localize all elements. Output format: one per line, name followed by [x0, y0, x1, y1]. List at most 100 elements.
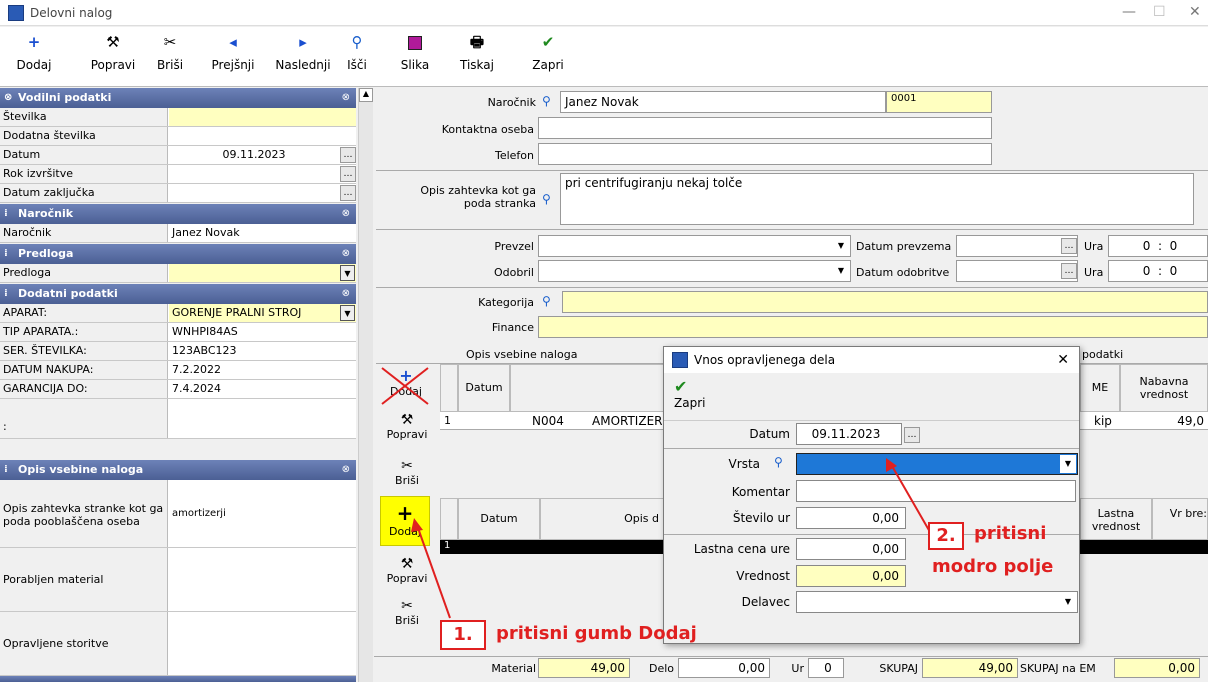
side-brisi-button-2[interactable]: ✂ Briši	[380, 598, 434, 634]
tab-podatki[interactable]: podatki	[1082, 348, 1123, 361]
slika-button[interactable]: Slika	[394, 30, 436, 84]
search-icon[interactable]: ⚲	[542, 94, 551, 108]
garancija-field[interactable]: 7.4.2024	[169, 380, 356, 398]
narocnik-code-field[interactable]: 0001	[886, 91, 992, 113]
ur-total[interactable]: 0	[808, 658, 844, 678]
nakup-field[interactable]: 7.2.2022	[169, 361, 356, 379]
dialog-delavec-dropdown[interactable]: ▼	[796, 591, 1078, 613]
callout-2-number: 2.	[928, 522, 964, 550]
scroll-up-icon[interactable]: ▲	[359, 88, 373, 102]
brisi-button[interactable]: ✂ Briši	[152, 30, 188, 84]
maximize-button[interactable]: ☐	[1153, 4, 1166, 20]
ser-row[interactable]: SER. ŠTEVILKA: 123ABC123	[0, 342, 356, 361]
kontakt-field[interactable]	[538, 117, 992, 139]
opis-field[interactable]: amortizerji	[169, 480, 356, 519]
dodaj-button[interactable]: + Dodaj	[14, 30, 54, 84]
side-popravi-button-2[interactable]: ⚒ Popravi	[380, 556, 434, 594]
chevron-down-icon[interactable]: ▼	[833, 262, 849, 280]
zakljucek-picker-button[interactable]: …	[340, 185, 356, 201]
section-dodatni-podatki[interactable]: ⁞ Dodatni podatki ⊗	[0, 284, 356, 304]
kategorija-field[interactable]	[562, 291, 1208, 313]
dialog-lastna-cena-field[interactable]: 0,00	[796, 538, 906, 560]
ura-prevzema-field[interactable]: 0 : 0	[1108, 235, 1208, 257]
close-button[interactable]: ✕	[1189, 4, 1201, 20]
ura-odobritve-field[interactable]: 0 : 0	[1108, 260, 1208, 282]
stevilka-field[interactable]	[169, 108, 356, 126]
chevron-down-icon[interactable]: ▼	[340, 265, 355, 281]
hammer-icon: ⚒	[400, 412, 414, 428]
minimize-button[interactable]: —	[1122, 4, 1136, 20]
dialog-datum-field[interactable]: 09.11.2023	[796, 423, 902, 445]
delo-total[interactable]: 0,00	[678, 658, 770, 678]
predloga-dropdown[interactable]	[169, 264, 356, 282]
side-dodaj-button-1[interactable]: + Dodaj	[378, 366, 434, 406]
side-brisi-button-1[interactable]: ✂ Briši	[380, 458, 434, 494]
isci-button[interactable]: ⚲ Išči	[340, 30, 374, 84]
section-predloga[interactable]: ⁞ Predloga ⊗	[0, 244, 356, 264]
tab-opis-vsebine[interactable]: Opis vsebine naloga	[466, 348, 577, 361]
section-narocnik[interactable]: ⁞ Naročnik ⊗	[0, 204, 356, 224]
dialog-datum-picker[interactable]: …	[904, 427, 920, 443]
datum-field[interactable]: 09.11.2023	[169, 146, 356, 164]
garancija-row[interactable]: GARANCIJA DO: 7.4.2024	[0, 380, 356, 399]
search-icon[interactable]: ⚲	[542, 294, 551, 308]
chevron-down-icon[interactable]: ▼	[833, 237, 849, 255]
odobril-dropdown[interactable]: ▼	[538, 260, 851, 282]
side-dodaj-button-2[interactable]: + Dodaj	[380, 496, 430, 546]
section-vodilni-podatki[interactable]: ⊗ Vodilni podatki ⊗	[0, 88, 356, 108]
empty-row[interactable]: :	[0, 399, 356, 439]
rok-picker-button[interactable]: …	[340, 166, 356, 182]
left-scrollbar[interactable]: ▲	[358, 88, 373, 682]
naslednji-button[interactable]: ▸ Naslednji	[270, 30, 336, 84]
dialog-komentar-field[interactable]	[796, 480, 1076, 502]
skupaj-total[interactable]: 49,00	[922, 658, 1018, 678]
dialog-zapri-button[interactable]: ✔ Zapri	[674, 377, 714, 417]
arrow-left-icon: ◂	[229, 33, 237, 51]
prevzel-dropdown[interactable]: ▼	[538, 235, 851, 257]
porabljen-row[interactable]: Porabljen material	[0, 548, 356, 612]
narocnik-field[interactable]: Janez Novak	[169, 224, 356, 242]
section-opis-vsebine[interactable]: ⁞ Opis vsebine naloga ⊗	[0, 460, 356, 480]
side-popravi-button-1[interactable]: ⚒ Popravi	[380, 412, 434, 450]
narocnik-field[interactable]: Janez Novak	[560, 91, 886, 113]
datum-row[interactable]: Datum 09.11.2023…	[0, 146, 356, 165]
datum-prevzema-field[interactable]: …	[956, 235, 1078, 257]
chevron-down-icon[interactable]: ▼	[1060, 455, 1076, 473]
tip-field[interactable]: WNHPI84AS	[169, 323, 356, 341]
stevilka-row[interactable]: Številka	[0, 108, 356, 127]
dodatna-field[interactable]	[169, 127, 356, 145]
opis-row[interactable]: Opis zahtevka stranke kot ga poda poobla…	[0, 480, 356, 548]
chevron-down-icon[interactable]: ▼	[340, 305, 355, 321]
aparat-dropdown[interactable]: GORENJE PRALNI STROJ	[169, 304, 356, 322]
opravljene-row[interactable]: Opravljene storitve	[0, 612, 356, 676]
tip-row[interactable]: TIP APARATA.: WNHPI84AS	[0, 323, 356, 342]
finance-field[interactable]	[538, 316, 1208, 338]
nakup-row[interactable]: DATUM NAKUPA: 7.2.2022	[0, 361, 356, 380]
datum-picker-button[interactable]: …	[340, 147, 356, 163]
opis-zahtevka-field[interactable]: pri centrifugiranju nekaj tolče	[560, 173, 1194, 225]
skupaj-em-total[interactable]: 0,00	[1114, 658, 1200, 678]
dialog-vrednost-field[interactable]: 0,00	[796, 565, 906, 587]
dodatna-row[interactable]: Dodatna številka	[0, 127, 356, 146]
zakljucek-row[interactable]: Datum zaključka…	[0, 184, 356, 203]
search-icon[interactable]: ⚲	[774, 455, 783, 469]
search-icon[interactable]: ⚲	[542, 192, 551, 206]
material-total[interactable]: 49,00	[538, 658, 630, 678]
zapri-button[interactable]: ✔ Zapri	[528, 30, 568, 84]
aparat-row[interactable]: APARAT: GORENJE PRALNI STROJ ▼	[0, 304, 356, 323]
datum-odobritve-field[interactable]: …	[956, 260, 1078, 282]
dialog-vrsta-dropdown[interactable]: ▼	[796, 453, 1078, 475]
tiskaj-button[interactable]: 🖶 Tiskaj	[454, 30, 500, 84]
telefon-field[interactable]	[538, 143, 992, 165]
rok-row[interactable]: Rok izvršitve…	[0, 165, 356, 184]
dialog-close-button[interactable]: ✕	[1057, 347, 1069, 373]
prejsnji-button[interactable]: ◂ Prejšnji	[206, 30, 260, 84]
ser-field[interactable]: 123ABC123	[169, 342, 356, 360]
narocnik-row[interactable]: Naročnik Janez Novak	[0, 224, 356, 243]
chevron-down-icon[interactable]: ▼	[1060, 593, 1076, 611]
rok-field[interactable]	[169, 165, 356, 183]
zakljucek-field[interactable]	[169, 184, 356, 202]
popravi-button[interactable]: ⚒ Popravi	[86, 30, 140, 84]
predloga-row[interactable]: Predloga ▼	[0, 264, 356, 283]
dialog-stevilo-ur-field[interactable]: 0,00	[796, 507, 906, 529]
